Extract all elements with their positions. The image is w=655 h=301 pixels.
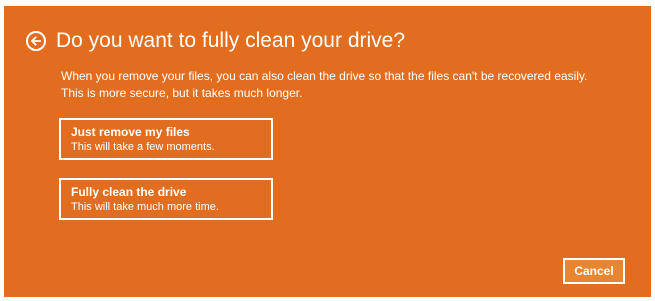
cancel-button[interactable]: Cancel: [563, 258, 625, 284]
option-subtitle: This will take much more time.: [71, 201, 219, 213]
option-title: Fully clean the drive: [71, 185, 187, 199]
fully-clean-drive-option[interactable]: Fully clean the drive This will take muc…: [59, 178, 273, 220]
back-arrow-icon: [30, 36, 41, 46]
option-subtitle: This will take a few moments.: [71, 141, 215, 153]
dialog-title: Do you want to fully clean your drive?: [56, 29, 406, 52]
description-line-2: This is more secure, but it takes much l…: [61, 86, 303, 100]
description-line-1: When you remove your files, you can also…: [61, 69, 588, 83]
dialog-description: When you remove your files, you can also…: [61, 68, 641, 102]
reset-dialog: Do you want to fully clean your drive? W…: [4, 6, 651, 297]
just-remove-files-option[interactable]: Just remove my files This will take a fe…: [59, 118, 273, 160]
back-button[interactable]: [26, 31, 46, 51]
option-title: Just remove my files: [71, 125, 190, 139]
dialog-header: Do you want to fully clean your drive?: [26, 28, 405, 54]
